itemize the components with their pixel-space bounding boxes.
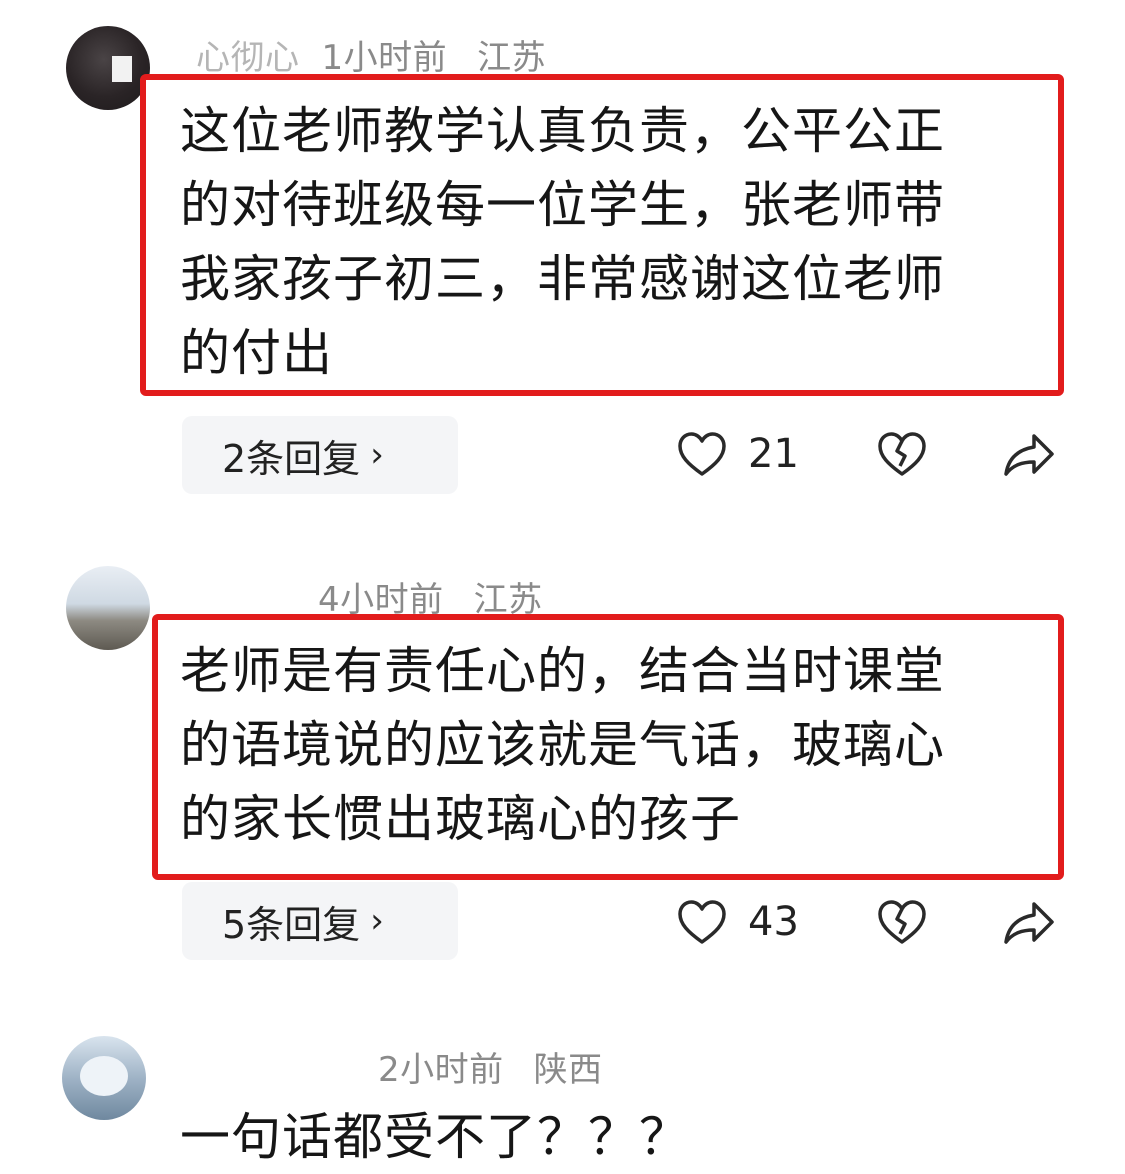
heart-icon bbox=[678, 900, 726, 944]
share-arrow-icon bbox=[1004, 902, 1054, 944]
replies-count-label: 5条回复 bbox=[222, 902, 361, 947]
share-button[interactable] bbox=[1002, 900, 1056, 946]
chevron-right-icon: › bbox=[370, 435, 384, 475]
avatar[interactable] bbox=[62, 1036, 146, 1120]
comment-text-line: 的语境说的应该就是气话，玻璃心 bbox=[180, 716, 945, 774]
comment-text-line: 老师是有责任心的，结合当时课堂 bbox=[180, 642, 945, 700]
comment-time: 1小时前 bbox=[321, 38, 448, 78]
comment-time: 2小时前 bbox=[378, 1050, 504, 1090]
comment-text: 这位老师教学认真负责，公平公正 的对待班级每一位学生，张老师带 我家孩子初三，非… bbox=[180, 94, 945, 390]
dislike-button[interactable] bbox=[876, 430, 928, 478]
like-count: 43 bbox=[748, 899, 799, 945]
username[interactable]: 心彻心 bbox=[196, 30, 300, 79]
share-arrow-icon bbox=[1004, 434, 1054, 476]
view-replies-button[interactable]: 5条回复 › bbox=[182, 882, 458, 960]
broken-heart-icon bbox=[878, 432, 926, 476]
comment-meta: 2小时前 陕西 bbox=[196, 1042, 603, 1091]
comment-meta: 心彻心 1小时前 江苏 bbox=[196, 30, 546, 79]
comment-text: 一句话都受不了？？？ bbox=[180, 1100, 690, 1174]
like-count: 21 bbox=[748, 431, 799, 477]
heart-icon bbox=[678, 432, 726, 476]
comment-text-line: 我家孩子初三，非常感谢这位老师 bbox=[180, 250, 945, 308]
comment-location: 陕西 bbox=[533, 1050, 603, 1090]
like-button[interactable]: 21 bbox=[676, 430, 799, 478]
share-button[interactable] bbox=[1002, 432, 1056, 478]
comment-location: 江苏 bbox=[477, 38, 547, 78]
comment-text: 老师是有责任心的，结合当时课堂 的语境说的应该就是气话，玻璃心 的家长惯出玻璃心… bbox=[180, 634, 945, 856]
avatar[interactable] bbox=[66, 26, 150, 110]
view-replies-button[interactable]: 2条回复 › bbox=[182, 416, 458, 494]
comment-text-line: 的家长惯出玻璃心的孩子 bbox=[180, 790, 741, 848]
comment-text-line: 的对待班级每一位学生，张老师带 bbox=[180, 176, 945, 234]
like-button[interactable]: 43 bbox=[676, 898, 799, 946]
dislike-button[interactable] bbox=[876, 898, 928, 946]
comment-text-line: 这位老师教学认真负责，公平公正 bbox=[180, 102, 945, 160]
comment-text-line: 的付出 bbox=[180, 324, 333, 382]
replies-count-label: 2条回复 bbox=[222, 436, 361, 481]
chevron-right-icon: › bbox=[370, 901, 384, 941]
avatar[interactable] bbox=[66, 566, 150, 650]
comment-text-line: 一句话都受不了？？？ bbox=[180, 1108, 690, 1166]
broken-heart-icon bbox=[878, 900, 926, 944]
